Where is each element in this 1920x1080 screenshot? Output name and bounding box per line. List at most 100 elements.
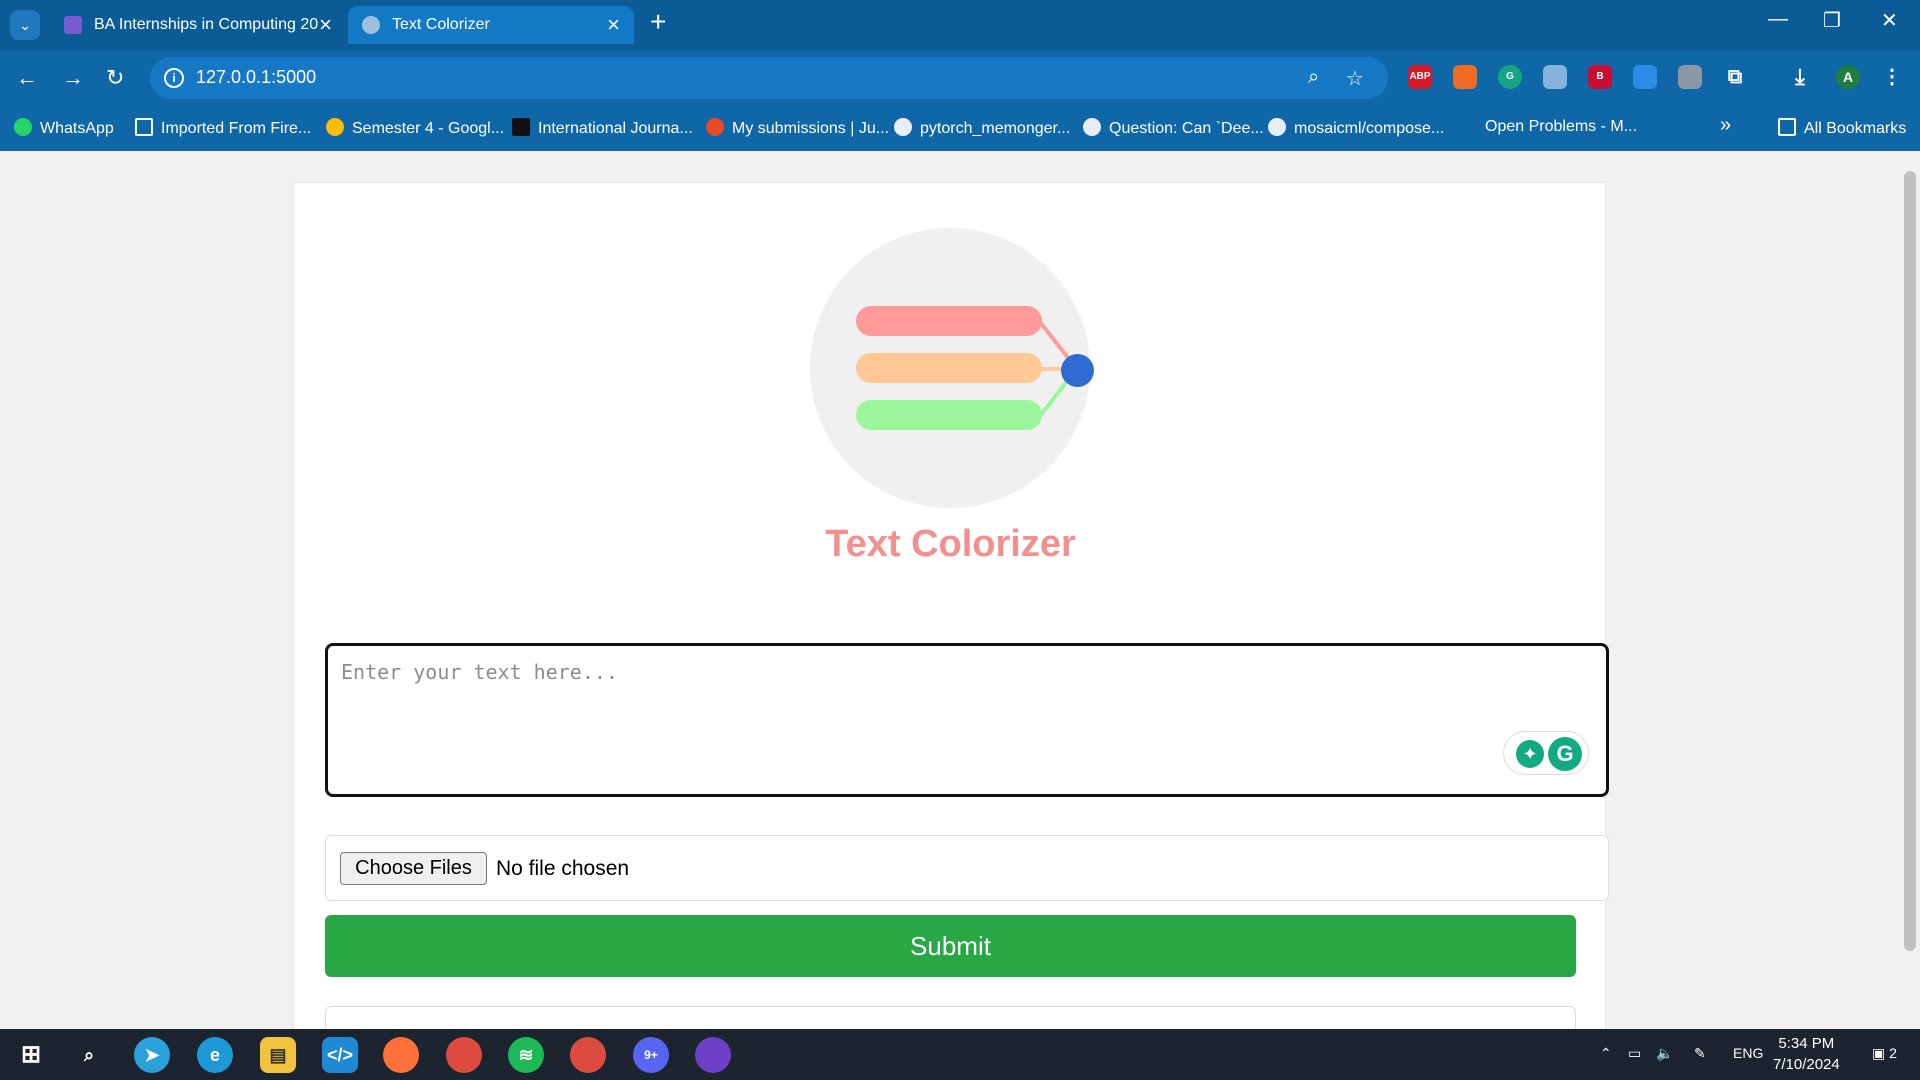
globe-icon xyxy=(362,16,380,34)
folder-icon xyxy=(1778,118,1796,136)
bookmarks-bar: WhatsApp Imported From Fire... Semester … xyxy=(0,106,1920,151)
date-text: 7/10/2024 xyxy=(1773,1056,1840,1073)
forward-icon[interactable]: → xyxy=(62,65,84,91)
red-bar xyxy=(856,306,1042,336)
tray-chevron-icon[interactable]: ⌃ xyxy=(1600,1045,1612,1062)
bookmarks-overflow-icon[interactable]: » xyxy=(1720,114,1731,137)
pen-icon[interactable]: ✎ xyxy=(1694,1045,1706,1062)
tab-ba-internships[interactable]: BA Internships in Computing 20 × xyxy=(50,6,346,44)
shield-extension-icon[interactable] xyxy=(1543,65,1567,89)
search-icon[interactable]: ⌕ xyxy=(71,1037,107,1073)
grammarly-widget[interactable]: ✦ G xyxy=(1503,731,1589,775)
media-extension-icon[interactable] xyxy=(1678,65,1702,89)
menu-icon[interactable]: ⋮ xyxy=(1880,65,1904,89)
choose-files-button[interactable]: Choose Files xyxy=(340,852,487,885)
extensions-puzzle-icon[interactable]: ⧉ xyxy=(1723,65,1747,89)
page-title: Text Colorizer xyxy=(294,523,1607,566)
af-icon xyxy=(706,118,724,136)
time-text: 5:34 PM xyxy=(1778,1035,1835,1052)
adblock-extension-icon[interactable]: ABP xyxy=(1408,65,1432,89)
address-bar[interactable]: i 127.0.0.1:5000 ⌕ ☆ xyxy=(150,57,1388,99)
profile-avatar[interactable]: A xyxy=(1836,65,1860,89)
scrollbar[interactable] xyxy=(1900,151,1920,1029)
bookmark-whatsapp[interactable]: WhatsApp xyxy=(14,118,114,138)
bookmark-imported[interactable]: Imported From Fire... xyxy=(135,118,311,138)
bookmark-international[interactable]: International Journa... xyxy=(512,118,693,138)
tab-strip: ⌄ BA Internships in Computing 20 × Text … xyxy=(0,0,1920,50)
all-bookmarks[interactable]: All Bookmarks xyxy=(1778,118,1906,138)
vscode-icon[interactable]: </> xyxy=(322,1037,358,1073)
notification-count: 2 xyxy=(1889,1045,1897,1061)
taskbar: ⊞ ⌕ ➤ e ▤ </> ≋ 9+ ⌃ ▭ 🔈 ✎ ENG 5:34 PM 7… xyxy=(0,1029,1920,1080)
main-card: Text Colorizer Enter your text here... ✦… xyxy=(293,182,1609,1029)
file-upload[interactable]: Choose Files No file chosen xyxy=(325,835,1609,901)
drive-icon xyxy=(326,118,344,136)
extension-blue-icon[interactable] xyxy=(1633,65,1657,89)
file-explorer-icon[interactable]: ▤ xyxy=(260,1037,296,1073)
folder-icon xyxy=(135,118,153,136)
github-icon xyxy=(1083,118,1101,136)
extension-orange-icon[interactable] xyxy=(1453,65,1477,89)
spotify-icon[interactable]: ≋ xyxy=(508,1037,544,1073)
bookmark-semester[interactable]: Semester 4 - Googl... xyxy=(326,118,504,138)
chrome-profile-icon[interactable] xyxy=(570,1037,606,1073)
github-desktop-icon[interactable] xyxy=(695,1037,731,1073)
orange-bar xyxy=(856,353,1042,383)
browser-toolbar: ← → ↻ i 127.0.0.1:5000 ⌕ ☆ ABP G B ⧉ ⤓ A… xyxy=(0,50,1920,106)
logo xyxy=(810,228,1094,508)
network-icon[interactable]: ▭ xyxy=(1628,1045,1641,1062)
whatsapp-icon xyxy=(14,118,32,136)
github-icon xyxy=(1268,118,1286,136)
close-icon[interactable]: × xyxy=(319,6,332,44)
discord-icon[interactable]: 9+ xyxy=(633,1037,669,1073)
telegram-icon[interactable]: ➤ xyxy=(134,1037,170,1073)
grammarly-extension-icon[interactable]: G xyxy=(1498,65,1522,89)
file-status: No file chosen xyxy=(496,857,630,880)
restore-icon[interactable]: ❐ xyxy=(1823,8,1841,33)
bookmark-submissions[interactable]: My submissions | Ju... xyxy=(706,118,889,138)
bookmark-star-icon[interactable]: ☆ xyxy=(1346,66,1364,91)
volume-icon[interactable]: 🔈 xyxy=(1656,1045,1673,1062)
close-icon[interactable]: × xyxy=(607,6,620,44)
minimize-icon[interactable]: — xyxy=(1768,8,1788,31)
reload-icon[interactable]: ↻ xyxy=(106,65,124,91)
site-info-icon[interactable]: i xyxy=(164,68,184,88)
download-icon[interactable]: ⤓ xyxy=(1788,65,1812,89)
close-window-icon[interactable]: ✕ xyxy=(1881,8,1898,33)
bookmark-open-problems[interactable]: Open Problems - M... xyxy=(1485,118,1637,136)
tab-title: Text Colorizer xyxy=(392,16,490,33)
w-icon xyxy=(512,118,530,136)
bookmark-question[interactable]: Question: Can `Dee... xyxy=(1083,118,1264,138)
back-icon[interactable]: ← xyxy=(16,65,38,91)
browser-chrome: ⌄ BA Internships in Computing 20 × Text … xyxy=(0,0,1920,151)
bookmark-pytorch[interactable]: pytorch_memonger... xyxy=(894,118,1070,138)
url-text[interactable]: 127.0.0.1:5000 xyxy=(196,67,316,88)
chrome-icon[interactable] xyxy=(446,1037,482,1073)
zoom-icon[interactable]: ⌕ xyxy=(1308,66,1319,89)
clock[interactable]: 5:34 PM 7/10/2024 xyxy=(1773,1033,1840,1075)
page-viewport: Text Colorizer Enter your text here... ✦… xyxy=(0,151,1920,1029)
discord-badge: 9+ xyxy=(644,1048,658,1062)
start-icon[interactable]: ⊞ xyxy=(13,1037,49,1073)
lightbulb-icon[interactable]: ✦ xyxy=(1516,740,1544,768)
blue-node xyxy=(1061,354,1094,387)
submit-button[interactable]: Submit xyxy=(325,915,1576,977)
bookmark-mosaicml[interactable]: mosaicml/compose... xyxy=(1268,118,1444,138)
tab-title: BA Internships in Computing 20 xyxy=(94,16,319,33)
tab-search-button[interactable]: ⌄ xyxy=(10,10,40,40)
title-text: Text Colorizer xyxy=(825,523,1076,565)
text-placeholder: Enter your text here... xyxy=(341,660,618,684)
notification-icon[interactable]: ▣ 2 xyxy=(1872,1045,1897,1062)
b-extension-icon[interactable]: B xyxy=(1588,65,1612,89)
grammarly-icon[interactable]: G xyxy=(1548,737,1582,771)
new-tab-button[interactable]: + xyxy=(650,6,666,38)
edge-icon[interactable]: e xyxy=(197,1037,233,1073)
firefox-icon[interactable] xyxy=(383,1037,419,1073)
internship-tab-icon xyxy=(64,16,82,34)
tab-text-colorizer[interactable]: Text Colorizer × xyxy=(348,6,634,44)
result-panel xyxy=(325,1006,1576,1029)
language-indicator[interactable]: ENG xyxy=(1733,1045,1763,1061)
github-icon xyxy=(894,118,912,136)
text-input[interactable]: Enter your text here... ✦ G xyxy=(325,643,1609,797)
scrollbar-thumb[interactable] xyxy=(1904,171,1916,951)
